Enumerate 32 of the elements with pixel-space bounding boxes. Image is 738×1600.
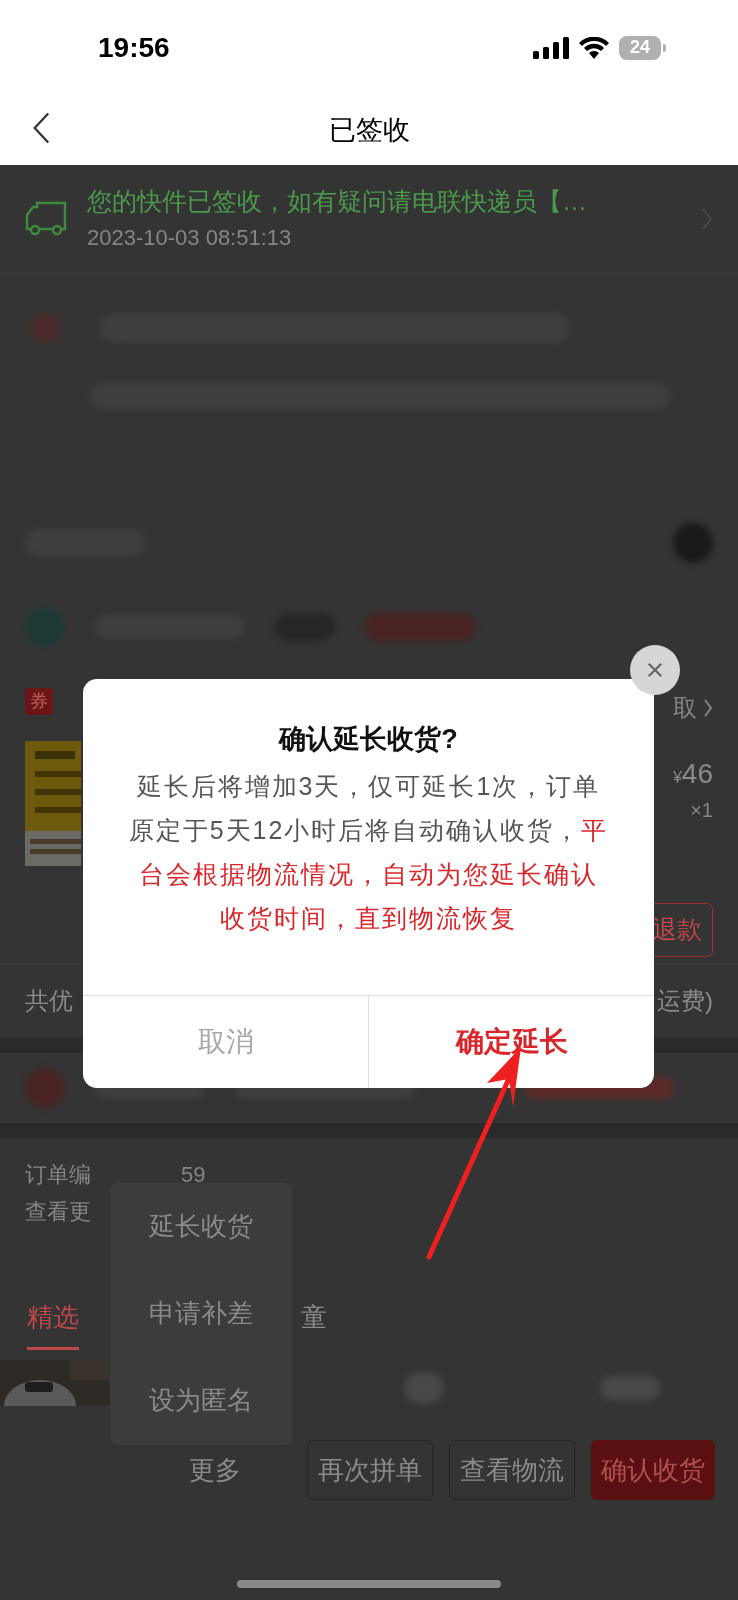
status-time: 19:56 (98, 30, 170, 65)
product-quantity: ×1 (690, 798, 713, 823)
signal-icon (533, 36, 569, 59)
category-tab[interactable]: 童 (301, 1298, 327, 1350)
coupon-action[interactable]: 取 (673, 694, 697, 722)
action-button[interactable]: 查看物流 (449, 1440, 575, 1500)
dialog-button[interactable]: 取消 (83, 996, 368, 1088)
coupon-badge: 券 (25, 687, 53, 715)
blurred-content (673, 523, 713, 563)
close-button[interactable] (630, 645, 680, 695)
chevron-right-icon (703, 698, 713, 718)
truck-icon (25, 200, 67, 237)
product-price: ¥46 (672, 757, 713, 791)
tracking-time: 2023-10-03 08:51:13 (87, 223, 293, 252)
more-button[interactable]: 更多 (189, 1450, 241, 1490)
dialog-title: 确认延长收货? (279, 723, 458, 756)
page-title: 已签收 (328, 113, 410, 147)
dialog-message: 延长后将增加3天，仅可延长1次，订单原定于5天12小时后将自动确认收货，平台会根据物流情况，自动为您延长确认收货时间，直到物流恢复 (128, 770, 609, 934)
discount-label: 共优 (25, 986, 73, 1016)
battery-indicator: 24 (619, 35, 661, 60)
category-tab[interactable]: 精选 (27, 1298, 79, 1350)
action-button[interactable]: 再次拼单 (307, 1440, 433, 1500)
close-icon (646, 661, 664, 679)
menu-item[interactable]: 申请补差 (110, 1270, 292, 1357)
view-more-link[interactable]: 查看更 (25, 1195, 91, 1228)
order-number-label: 订单编 (25, 1161, 91, 1189)
back-icon[interactable] (32, 111, 50, 145)
action-button[interactable]: 确认收货 (591, 1440, 715, 1500)
wifi-icon (579, 36, 609, 59)
menu-item[interactable]: 设为匿名 (110, 1357, 292, 1444)
shipping-note: 运费) (657, 986, 713, 1016)
tracking-message[interactable]: 您的快件已签收，如有疑问请电联快递员【… (87, 183, 681, 221)
